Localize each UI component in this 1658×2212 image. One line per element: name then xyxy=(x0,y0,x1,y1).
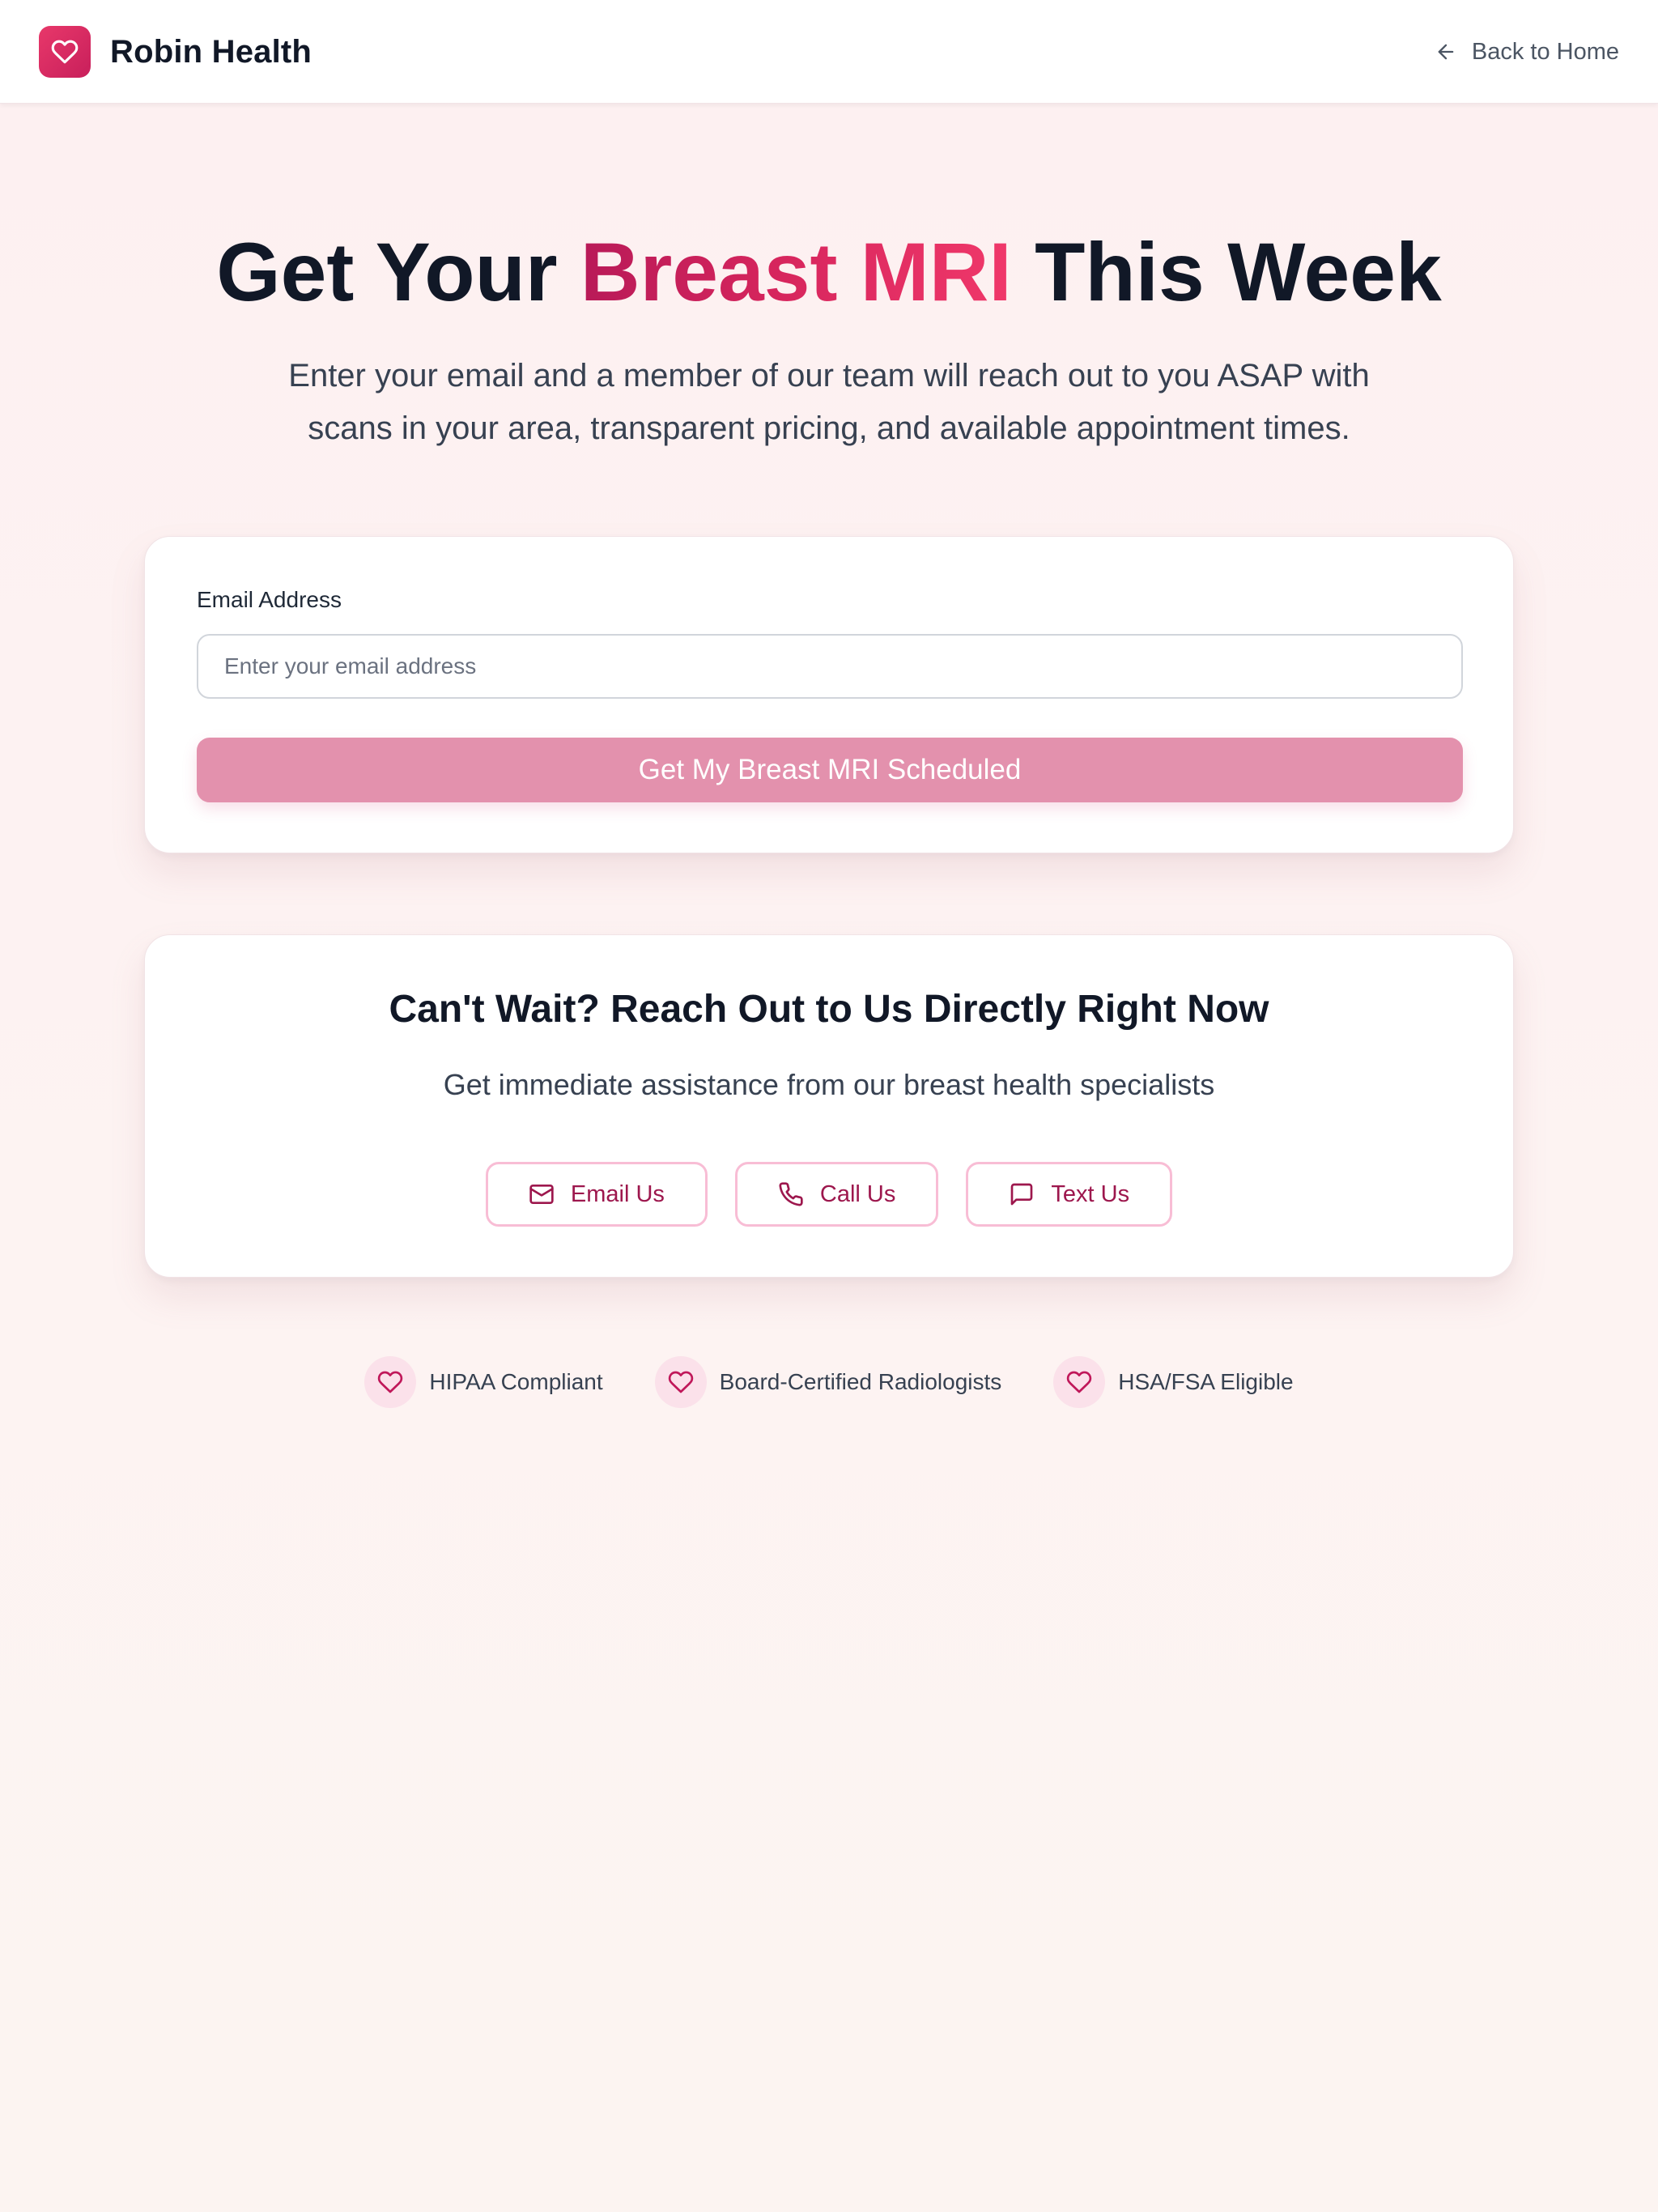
call-us-button[interactable]: Call Us xyxy=(734,1162,939,1227)
text-us-label: Text Us xyxy=(1051,1180,1130,1207)
logo xyxy=(39,26,91,78)
badge-label: HSA/FSA Eligible xyxy=(1118,1369,1294,1394)
title-accent: Breast MRI xyxy=(580,226,1012,318)
badge-hsa-fsa: HSA/FSA Eligible xyxy=(1053,1356,1294,1408)
email-label: Email Address xyxy=(197,587,342,612)
contact-title: Can't Wait? Reach Out to Us Directly Rig… xyxy=(389,988,1269,1031)
heart-icon xyxy=(654,1356,707,1408)
email-us-button[interactable]: Email Us xyxy=(485,1162,708,1227)
email-form-card: Email Address Get My Breast MRI Schedule… xyxy=(144,536,1514,853)
mail-icon xyxy=(529,1181,555,1207)
contact-buttons: Email Us Call Us Text Us xyxy=(145,1162,1513,1227)
trust-badges: HIPAA Compliant Board-Certified Radiolog… xyxy=(0,1355,1658,1409)
heart-icon xyxy=(51,38,79,66)
email-input[interactable] xyxy=(197,634,1463,699)
text-us-button[interactable]: Text Us xyxy=(966,1162,1173,1227)
page-subtitle: Enter your email and a member of our tea… xyxy=(288,358,1370,446)
arrow-left-icon xyxy=(1435,40,1457,63)
contact-card: Can't Wait? Reach Out to Us Directly Rig… xyxy=(144,934,1514,1278)
badge-label: Board-Certified Radiologists xyxy=(719,1369,1002,1394)
brand-name: Robin Health xyxy=(110,33,312,70)
email-us-label: Email Us xyxy=(570,1180,665,1207)
badge-label: HIPAA Compliant xyxy=(429,1369,603,1394)
title-suffix: This Week xyxy=(1011,226,1442,318)
brand[interactable]: Robin Health xyxy=(39,26,312,78)
back-to-home-link[interactable]: Back to Home xyxy=(1435,32,1619,71)
phone-icon xyxy=(778,1181,804,1207)
page-title: Get Your Breast MRI This Week xyxy=(0,227,1658,317)
title-prefix: Get Your xyxy=(216,226,580,318)
back-to-home-label: Back to Home xyxy=(1471,38,1619,65)
top-nav-bar: Robin Health Back to Home xyxy=(0,0,1658,104)
badge-radiologists: Board-Certified Radiologists xyxy=(654,1356,1002,1408)
schedule-mri-button[interactable]: Get My Breast MRI Scheduled xyxy=(197,738,1463,802)
call-us-label: Call Us xyxy=(819,1180,896,1207)
badge-hipaa: HIPAA Compliant xyxy=(364,1356,603,1408)
heart-icon xyxy=(364,1356,417,1408)
chat-icon xyxy=(1009,1181,1035,1207)
heart-icon xyxy=(1053,1356,1106,1408)
contact-subtitle: Get immediate assistance from our breast… xyxy=(443,1068,1215,1101)
